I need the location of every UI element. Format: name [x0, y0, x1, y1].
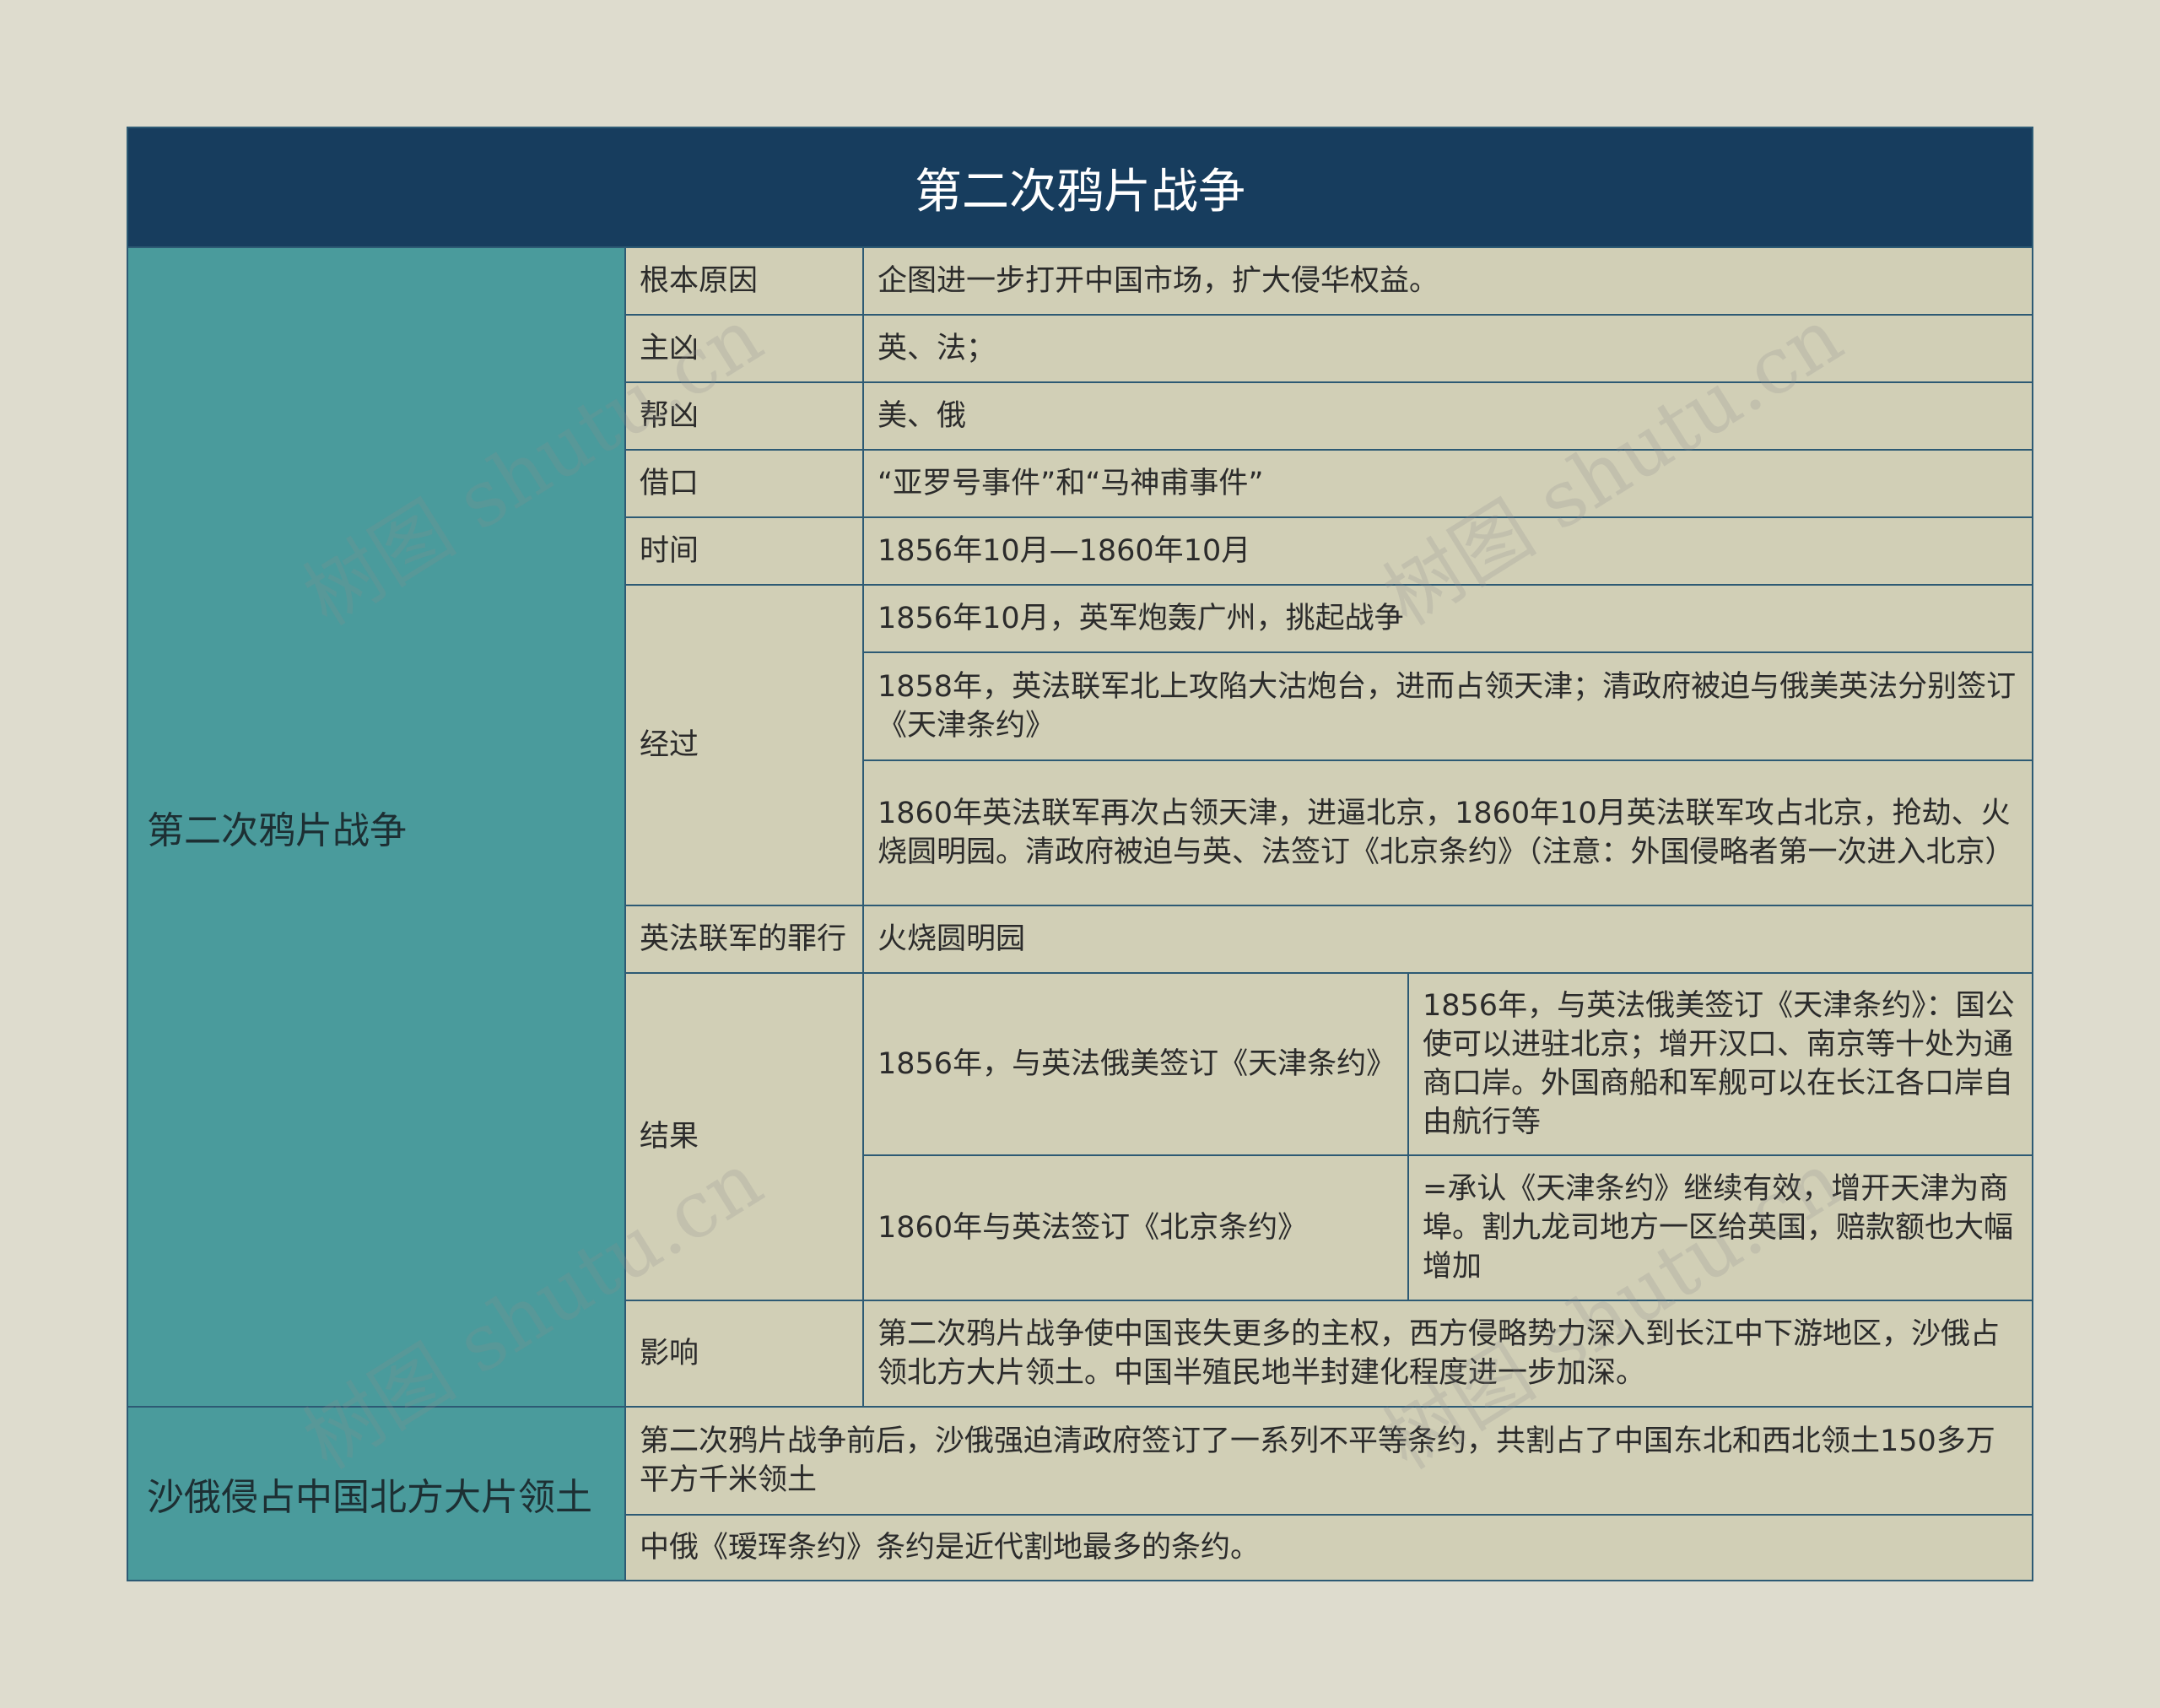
- row-label: 结果: [624, 972, 864, 1301]
- treaty-name: 1856年，与英法俄美签订《天津条约》: [862, 972, 1409, 1156]
- row-content: “亚罗号事件”和“马神甫事件”: [862, 449, 2033, 518]
- treaty-detail: =承认《天津条约》继续有效，增开天津为商埠。割九龙司地方一区给英国，赔款额也大幅…: [1407, 1154, 2033, 1301]
- list-item: 1858年，英法联军北上攻陷大沽炮台，进而占领天津；清政府被迫与俄美英法分别签订…: [862, 651, 2033, 761]
- row-content: 英、法；: [862, 314, 2033, 383]
- row-label: 借口: [624, 449, 864, 518]
- list-item: 1856年10月，英军炮轰广州，挑起战争: [862, 584, 2033, 653]
- diagram-title: 第二次鸦片战争: [127, 127, 2033, 248]
- section-heading-russia: 沙俄侵占中国北方大片领土: [127, 1406, 626, 1581]
- treaty-name: 1860年与英法签订《北京条约》: [862, 1154, 1409, 1301]
- list-item: 中俄《瑷珲条约》条约是近代割地最多的条约。: [624, 1514, 2033, 1581]
- mind-map-table: 第二次鸦片战争 第二次鸦片战争 根本原因 企图进一步打开中国市场，扩大侵华权益。…: [0, 0, 2160, 1708]
- row-content: 火烧圆明园: [862, 905, 2033, 974]
- treaty-detail: 1856年，与英法俄美签订《天津条约》：国公使可以进驻北京；增开汉口、南京等十处…: [1407, 972, 2033, 1156]
- row-label: 时间: [624, 516, 864, 586]
- row-content: 企图进一步打开中国市场，扩大侵华权益。: [862, 246, 2033, 316]
- row-label: 根本原因: [624, 246, 864, 316]
- list-item: 1860年英法联军再次占领天津，进逼北京，1860年10月英法联军攻占北京，抢劫…: [862, 759, 2033, 906]
- list-item: 第二次鸦片战争前后，沙俄强迫清政府签订了一系列不平等条约，共割占了中国东北和西北…: [624, 1406, 2033, 1516]
- row-content: 美、俄: [862, 381, 2033, 451]
- row-label: 影响: [624, 1300, 864, 1408]
- row-label: 英法联军的罪行: [624, 905, 864, 974]
- row-content: 第二次鸦片战争使中国丧失更多的主权，西方侵略势力深入到长江中下游地区，沙俄占领北…: [862, 1300, 2033, 1408]
- row-content: 1856年10月—1860年10月: [862, 516, 2033, 586]
- section-heading-war: 第二次鸦片战争: [127, 246, 626, 1408]
- row-label: 经过: [624, 584, 864, 906]
- row-label: 帮凶: [624, 381, 864, 451]
- row-label: 主凶: [624, 314, 864, 383]
